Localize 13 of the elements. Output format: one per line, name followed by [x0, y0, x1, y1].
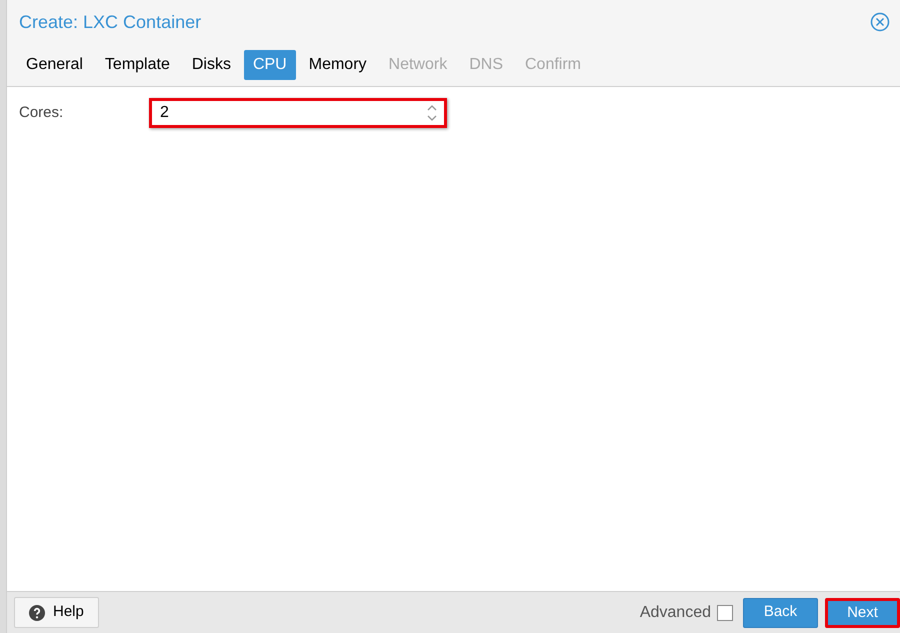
field-label: Cores:	[19, 102, 64, 123]
tab[interactable]: Template	[96, 50, 179, 80]
spinner-icon[interactable]	[426, 103, 438, 123]
tab[interactable]: Disks	[182, 50, 240, 80]
tab[interactable]: Memory	[300, 50, 376, 80]
tab[interactable]: General	[17, 50, 92, 80]
advanced-checkbox[interactable]	[717, 604, 733, 620]
window-title: Create: LXC Container	[19, 10, 202, 34]
help-icon	[29, 604, 45, 620]
close-icon[interactable]	[870, 12, 890, 32]
number-field[interactable]: 2	[149, 98, 447, 128]
advanced-label: Advanced	[640, 602, 711, 622]
help-button[interactable]: Help	[14, 597, 99, 628]
